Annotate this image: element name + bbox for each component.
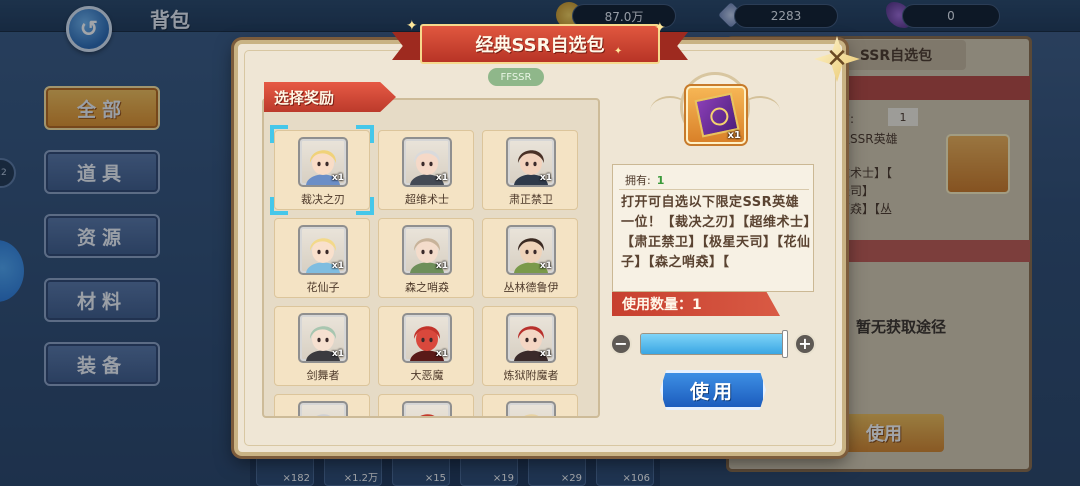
reward-item[interactable]: x1 森之哨猋 [378,218,474,298]
hero-portrait-icon [298,401,348,416]
reward-item[interactable] [482,394,578,416]
reward-item[interactable]: x1 炼狱附魔者 [482,306,578,386]
hero-portrait-icon: x1 [506,225,556,275]
plus-button[interactable]: + [794,333,816,355]
hero-portrait-icon [506,401,556,416]
reward-item[interactable]: x1 大恶魔 [378,306,474,386]
hero-portrait-icon [402,401,452,416]
reward-name: 花仙子 [306,281,340,294]
modal-tag: FFSSR [488,68,544,86]
reward-name: 裁决之刃 [301,193,345,206]
reward-count: x1 [539,261,552,271]
reward-item[interactable]: x1 裁决之刃 [274,130,370,210]
reward-name: 丛林德鲁伊 [503,281,559,294]
reward-item[interactable]: x1 丛林德鲁伊 [482,218,578,298]
sparkle-icon: ✦ [614,46,623,57]
minus-button[interactable]: − [610,333,632,355]
reward-name: 大恶魔 [410,369,444,382]
item-icon: x1 [686,86,746,144]
owned-row: 拥有: 1 [625,172,664,188]
reward-name: 剑舞者 [306,369,340,382]
modal-title: 经典SSR自选包 [420,24,660,64]
reward-name: 森之哨猋 [405,281,449,294]
owned-value: 1 [656,174,665,187]
section-label: 选择奖励 [264,82,396,112]
hero-portrait-icon: x1 [298,313,348,363]
reward-count: x1 [331,261,344,271]
hero-portrait-icon: x1 [506,313,556,363]
hero-portrait-icon: x1 [402,137,452,187]
hero-portrait-icon: x1 [298,137,348,187]
close-button[interactable]: ✕ [808,30,866,88]
description-box[interactable]: 拥有: 1 打开可自选以下限定SSR英雄一位！【裁决之刃】【超维术士】【肃正禁卫】… [612,164,814,292]
reward-item[interactable]: x1 花仙子 [274,218,370,298]
reward-count: x1 [331,349,344,359]
item-count: x1 [727,130,741,141]
reward-count: x1 [435,173,448,183]
description-text: 打开可自选以下限定SSR英雄一位！【裁决之刃】【超维术士】【肃正禁卫】【极星天司… [621,195,811,270]
hero-portrait-icon: x1 [298,225,348,275]
reward-name: 炼狱附魔者 [503,369,559,382]
owned-label: 拥有: [625,174,651,187]
reward-item[interactable] [274,394,370,416]
reward-name: 超维术士 [405,193,449,206]
hero-portrait-icon: x1 [402,313,452,363]
slider-handle[interactable] [782,330,788,358]
sparkle-icon: ✦ [406,18,418,34]
reward-count: x1 [331,173,344,183]
divider [619,189,809,190]
reward-list[interactable]: x1 裁决之刃 x1 超维术士 x1 肃正禁卫 x1 花仙子 x1 森之哨猋 x1 丛林德鲁伊 x1 剑舞… [262,98,600,418]
quantity-label: 使用数量：1 [612,292,780,316]
reward-item[interactable] [378,394,474,416]
quantity-slider[interactable] [640,333,788,355]
hero-portrait-icon: x1 [402,225,452,275]
scroll-ornament-icon [740,96,780,126]
reward-item[interactable]: x1 超维术士 [378,130,474,210]
reward-count: x1 [539,349,552,359]
reward-item[interactable]: x1 剑舞者 [274,306,370,386]
reward-name: 肃正禁卫 [509,193,553,206]
reward-count: x1 [539,173,552,183]
use-button[interactable]: 使用 [660,370,766,410]
slider-fill [641,334,787,354]
sparkle-icon: ✦ [654,20,666,36]
modal-title-ribbon: 经典SSR自选包 ✦ ✦ ✦ [392,18,688,68]
close-icon: ✕ [826,44,848,74]
reward-count: x1 [435,261,448,271]
reward-count: x1 [435,349,448,359]
reward-item[interactable]: x1 肃正禁卫 [482,130,578,210]
hero-portrait-icon: x1 [506,137,556,187]
